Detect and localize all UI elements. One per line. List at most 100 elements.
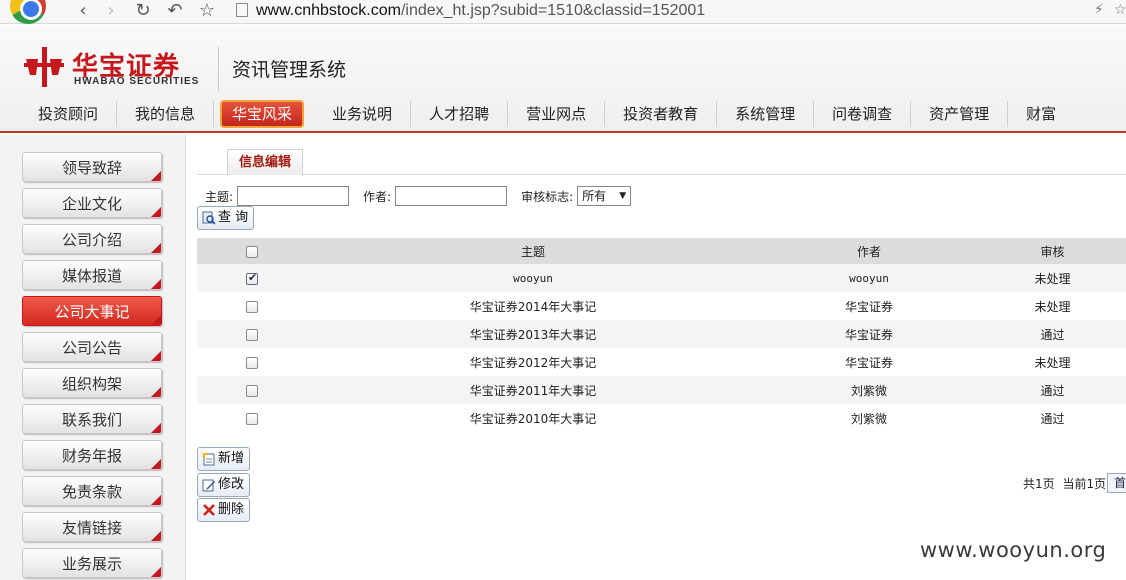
nav-tab-business-info[interactable]: 业务说明 [314, 101, 412, 127]
nav-tab-recruitment[interactable]: 人才招聘 [411, 101, 509, 127]
row-author: 华宝证券 [759, 320, 979, 348]
page-info-icon[interactable] [236, 3, 248, 17]
lightning-icon[interactable]: ⚡ [1094, 2, 1104, 18]
row-subject: 华宝证券2014年大事记 [307, 292, 759, 320]
subject-input[interactable] [237, 186, 350, 206]
delete-button[interactable]: 删除 [197, 498, 251, 522]
review-flag-label: 审核标志: [521, 189, 574, 204]
table-row[interactable]: wooyun wooyun 未处理 [197, 264, 1126, 292]
row-status: 未处理 [979, 264, 1126, 292]
table-header-row: 主题 作者 审核 [197, 238, 1126, 264]
select-all-checkbox[interactable] [246, 245, 258, 258]
row-subject: 华宝证券2012年大事记 [307, 348, 759, 376]
edit-button-label: 修改 [218, 477, 245, 492]
row-subject: 华宝证券2010年大事记 [307, 404, 759, 432]
sidebar-item-corporate-culture[interactable]: 企业文化 [22, 188, 162, 218]
row-status: 通过 [979, 404, 1126, 432]
sidebar-item-business-showcase[interactable]: 业务展示 [22, 548, 162, 578]
row-status: 未处理 [979, 348, 1126, 376]
row-checkbox[interactable] [246, 271, 258, 285]
row-subject: 华宝证券2011年大事记 [307, 376, 759, 404]
row-checkbox[interactable] [246, 300, 258, 313]
pager-total-pages: 共1页 [1023, 477, 1055, 491]
edit-button[interactable]: 修改 [197, 473, 251, 497]
hwabao-logo[interactable]: 华宝证券 HWABAO SECURITIES [22, 45, 212, 93]
delete-button-label: 删除 [218, 502, 245, 517]
hwabao-mark-icon [24, 47, 64, 87]
row-subject: wooyun [307, 264, 759, 292]
row-author: 刘紫微 [759, 376, 979, 404]
add-button[interactable]: 新增 [197, 447, 251, 471]
tab-strip: 信息编辑 [197, 145, 1126, 176]
subject-label: 主题: [205, 189, 234, 204]
sidebar-item-company-intro[interactable]: 公司介绍 [22, 224, 162, 254]
browser-logo-icon [10, 0, 46, 24]
nav-tab-investor-education[interactable]: 投资者教育 [605, 101, 718, 127]
dropdown-caret-icon: ▼ [619, 191, 627, 201]
new-document-icon [203, 453, 215, 466]
row-author: 华宝证券 [759, 292, 979, 320]
sidebar-item-media-reports[interactable]: 媒体报道 [22, 260, 162, 290]
top-navigation: 投资顾问 我的信息 华宝风采 业务说明 人才招聘 营业网点 投资者教育 系统管理… [20, 100, 1126, 128]
row-status: 通过 [979, 320, 1126, 348]
main-panel: 信息编辑 主题: 作者: 审核标志: 所有 ▼ 查 询 主题 作者 审核 ✔ w… [187, 135, 1126, 580]
back-icon[interactable]: ‹ [72, 0, 94, 22]
row-subject: 华宝证券2013年大事记 [307, 320, 759, 348]
browser-toolbar: ‹ › ↻ ↶ ☆ www.cnhbstock.com/index_ht.jsp… [0, 0, 1126, 24]
pager-current-page: 当前1页 [1062, 477, 1107, 491]
row-status: 未处理 [979, 292, 1126, 320]
nav-tab-hwabao-style[interactable]: 华宝风采 [220, 100, 305, 128]
sidebar-item-leader-message[interactable]: 领导致辞 [22, 152, 162, 182]
author-label: 作者: [363, 189, 392, 204]
search-document-icon [202, 211, 216, 225]
review-flag-select[interactable]: 所有 ▼ [577, 186, 632, 206]
url-path: /index_ht.jsp?subid=1510&classid=152001 [400, 2, 706, 19]
nav-tab-wealth[interactable]: 财富 [1008, 101, 1074, 127]
row-checkbox[interactable] [246, 412, 258, 425]
table-row[interactable]: 华宝证券2011年大事记 刘紫微 通过 [197, 376, 1126, 404]
url-host: www.cnhbstock.com [256, 2, 401, 19]
sidebar-item-organization[interactable]: 组织构架 [22, 368, 162, 398]
row-author: wooyun [759, 264, 979, 292]
system-title: 资讯管理系统 [232, 59, 347, 81]
watermark: www.wooyun.org [920, 538, 1107, 562]
query-button[interactable]: 查 询 [197, 206, 255, 230]
sidebar-item-announcements[interactable]: 公司公告 [22, 332, 162, 362]
sidebar-item-annual-report[interactable]: 财务年报 [22, 440, 162, 470]
address-bar[interactable]: www.cnhbstock.com/index_ht.jsp?subid=151… [228, 1, 1088, 21]
tab-info-edit[interactable]: 信息编辑 [227, 149, 304, 176]
add-button-label: 新增 [218, 451, 245, 466]
table-row[interactable]: 华宝证券2010年大事记 刘紫微 通过 [197, 404, 1126, 432]
row-checkbox[interactable] [246, 384, 258, 397]
forward-icon[interactable]: › [100, 0, 122, 22]
records-table: 主题 作者 审核 wooyun wooyun 未处理 华宝证券2014年大事记 … [197, 238, 1126, 432]
nav-tab-my-info[interactable]: 我的信息 [117, 101, 215, 127]
sidebar-item-friendly-links[interactable]: 友情链接 [22, 512, 162, 542]
nav-tab-survey[interactable]: 问卷调查 [814, 101, 912, 127]
review-flag-value: 所有 [582, 189, 607, 203]
favorite-star-icon[interactable]: ☆ [1114, 2, 1126, 18]
select-all-header[interactable] [197, 238, 307, 264]
edit-pencil-icon [202, 479, 215, 492]
nav-tab-asset-management[interactable]: 资产管理 [911, 101, 1009, 127]
table-row[interactable]: 华宝证券2014年大事记 华宝证券 未处理 [197, 292, 1126, 320]
nav-tab-system-admin[interactable]: 系统管理 [717, 101, 815, 127]
table-row[interactable]: 华宝证券2012年大事记 华宝证券 未处理 [197, 348, 1126, 376]
row-checkbox[interactable] [246, 328, 258, 341]
row-author: 华宝证券 [759, 348, 979, 376]
site-header: 华宝证券 HWABAO SECURITIES 资讯管理系统 投资顾问 我的信息 … [0, 25, 1126, 133]
reload-icon[interactable]: ↻ [132, 0, 154, 22]
sidebar-item-company-milestones[interactable]: 公司大事记 [22, 296, 162, 326]
pager-first-button[interactable]: 首 [1107, 473, 1126, 493]
bookmark-star-icon[interactable]: ☆ [196, 0, 218, 22]
author-input[interactable] [395, 186, 508, 206]
undo-icon[interactable]: ↶ [164, 0, 186, 22]
nav-tab-investment-advisor[interactable]: 投资顾问 [20, 101, 118, 127]
sidebar: 领导致辞 企业文化 公司介绍 媒体报道 公司大事记 公司公告 组织构架 联系我们… [0, 135, 186, 580]
sidebar-item-disclaimer[interactable]: 免责条款 [22, 476, 162, 506]
nav-tab-branches[interactable]: 营业网点 [508, 101, 606, 127]
sidebar-item-contact-us[interactable]: 联系我们 [22, 404, 162, 434]
row-checkbox[interactable] [246, 356, 258, 369]
table-row[interactable]: 华宝证券2013年大事记 华宝证券 通过 [197, 320, 1126, 348]
column-header-author: 作者 [759, 238, 979, 264]
